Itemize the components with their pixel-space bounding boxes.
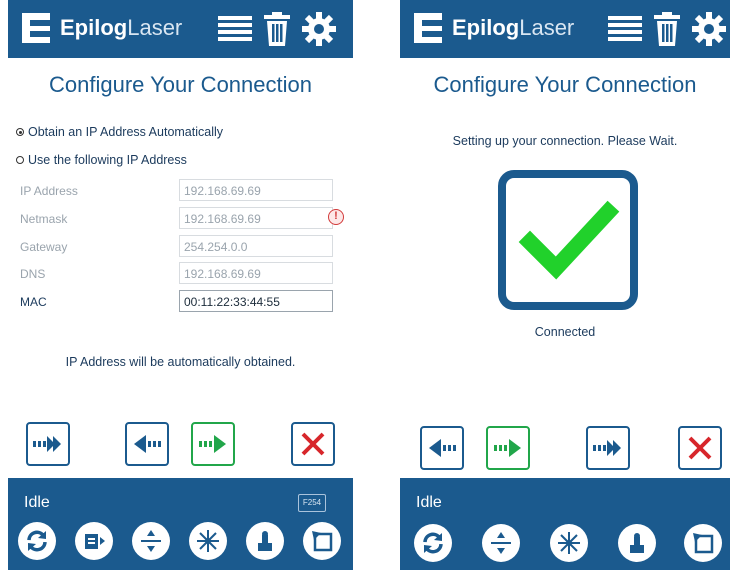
menu-icon [218, 16, 252, 41]
home-button[interactable] [684, 524, 722, 562]
laser-pointer-button[interactable] [550, 524, 588, 562]
cancel-button[interactable] [678, 426, 722, 470]
next-button[interactable] [191, 422, 235, 466]
skip-button[interactable] [26, 422, 70, 466]
next-button[interactable] [486, 426, 530, 470]
firmware-badge: F254 [298, 494, 326, 512]
focus-icon [141, 530, 161, 552]
status-text: Idle [24, 494, 50, 511]
mac-label: MAC [20, 295, 47, 309]
home-button[interactable] [303, 522, 341, 560]
connected-label: Connected [534, 325, 596, 339]
trash-icon [654, 12, 680, 46]
close-icon [688, 436, 712, 460]
back-button[interactable] [420, 426, 464, 470]
arrow-right-icon [199, 435, 226, 453]
gear-icon [692, 12, 726, 46]
focus-icon [491, 532, 511, 554]
netmask-label: Netmask [20, 212, 68, 226]
arrow-left-icon [134, 435, 161, 453]
page-title: Configure Your Connection [49, 72, 312, 97]
wait-message: Setting up your connection. Please Wait. [452, 134, 678, 148]
jog-icon [258, 531, 272, 551]
header-bar: EpilogLaser [400, 0, 730, 58]
config-screen-right: EpilogLaser Configure Your Connection Se… [400, 0, 730, 570]
skip-button[interactable] [586, 426, 630, 470]
radio-manual-ip[interactable]: Use the following IP Address [16, 153, 187, 167]
fast-forward-arrow-icon [593, 440, 621, 456]
epilog-logo-icon [414, 13, 442, 43]
home-icon [693, 533, 714, 554]
warning-icon: ! [328, 209, 344, 225]
delete-button[interactable] [258, 10, 296, 48]
arrow-left-icon [429, 439, 456, 457]
job-icon [85, 534, 105, 549]
brand-logo-text: EpilogLaser [452, 15, 575, 40]
config-screen-left: EpilogLaser Configure Your Connection Ob… [8, 0, 353, 570]
refresh-button[interactable] [18, 522, 56, 560]
brand-logo-text: EpilogLaser [60, 15, 183, 40]
laser-pointer-icon [558, 532, 580, 554]
info-message: IP Address will be automatically obtaine… [65, 355, 296, 369]
laser-pointer-button[interactable] [189, 522, 227, 560]
dns-label: DNS [20, 267, 46, 281]
settings-button[interactable] [690, 10, 728, 48]
radio-unselected-icon[interactable] [16, 156, 24, 164]
netmask-field[interactable]: 192.168.69.69 [179, 207, 333, 229]
job-button[interactable] [75, 522, 113, 560]
back-button[interactable] [125, 422, 169, 466]
radio-selected-icon[interactable] [16, 128, 24, 136]
settings-button[interactable] [300, 10, 338, 48]
delete-button[interactable] [648, 10, 686, 48]
jog-button[interactable] [246, 522, 284, 560]
menu-icon [608, 16, 642, 41]
refresh-icon [423, 532, 443, 554]
laser-pointer-icon [197, 530, 219, 552]
menu-button[interactable] [216, 10, 254, 48]
ip-address-field[interactable]: 192.168.69.69 [179, 179, 333, 201]
page-title: Configure Your Connection [433, 72, 697, 97]
gear-icon [302, 12, 336, 46]
refresh-button[interactable] [414, 524, 452, 562]
focus-button[interactable] [132, 522, 170, 560]
focus-button[interactable] [482, 524, 520, 562]
status-bar: Idle F254 [8, 478, 353, 570]
status-bar: Idle [400, 478, 730, 570]
home-icon [312, 531, 333, 552]
connection-status-box [498, 170, 638, 310]
config-panel: Configure Your Connection Obtain an IP A… [8, 58, 353, 478]
fast-forward-arrow-icon [33, 436, 61, 452]
close-icon [301, 432, 325, 456]
jog-button[interactable] [618, 524, 656, 562]
mac-field[interactable]: 00:11:22:33:44:55 [179, 290, 333, 312]
menu-button[interactable] [606, 10, 644, 48]
arrow-right-icon [494, 439, 521, 457]
refresh-icon [27, 530, 47, 552]
epilog-logo-icon [22, 13, 50, 43]
checkmark-icon [518, 200, 620, 280]
connection-panel: Configure Your Connection Setting up you… [400, 58, 730, 478]
dns-field[interactable]: 192.168.69.69 [179, 262, 333, 284]
ip-address-label: IP Address [20, 184, 78, 198]
jog-icon [630, 533, 644, 553]
radio-auto-ip[interactable]: Obtain an IP Address Automatically [16, 125, 223, 139]
status-text: Idle [416, 494, 442, 511]
trash-icon [264, 12, 290, 46]
gateway-label: Gateway [20, 240, 68, 254]
gateway-field[interactable]: 254.254.0.0 [179, 235, 333, 257]
radio-manual-label: Use the following IP Address [28, 153, 187, 167]
cancel-button[interactable] [291, 422, 335, 466]
radio-auto-label: Obtain an IP Address Automatically [28, 125, 224, 139]
header-bar: EpilogLaser [8, 0, 353, 58]
